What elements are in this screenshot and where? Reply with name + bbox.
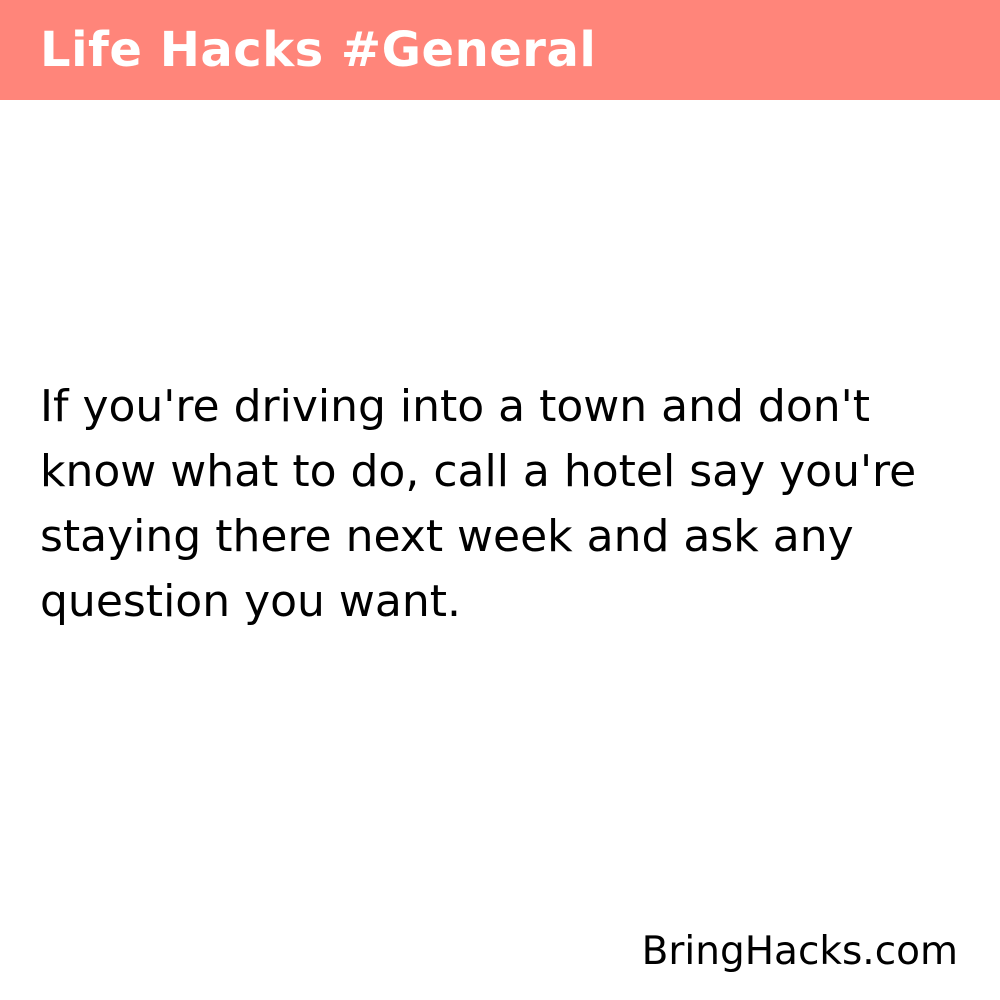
header-bar: Life Hacks #General bbox=[0, 0, 1000, 100]
hack-text: If you're driving into a town and don't … bbox=[40, 381, 917, 627]
brand-watermark: BringHacks.com bbox=[641, 929, 958, 974]
page-title: Life Hacks #General bbox=[40, 22, 597, 78]
